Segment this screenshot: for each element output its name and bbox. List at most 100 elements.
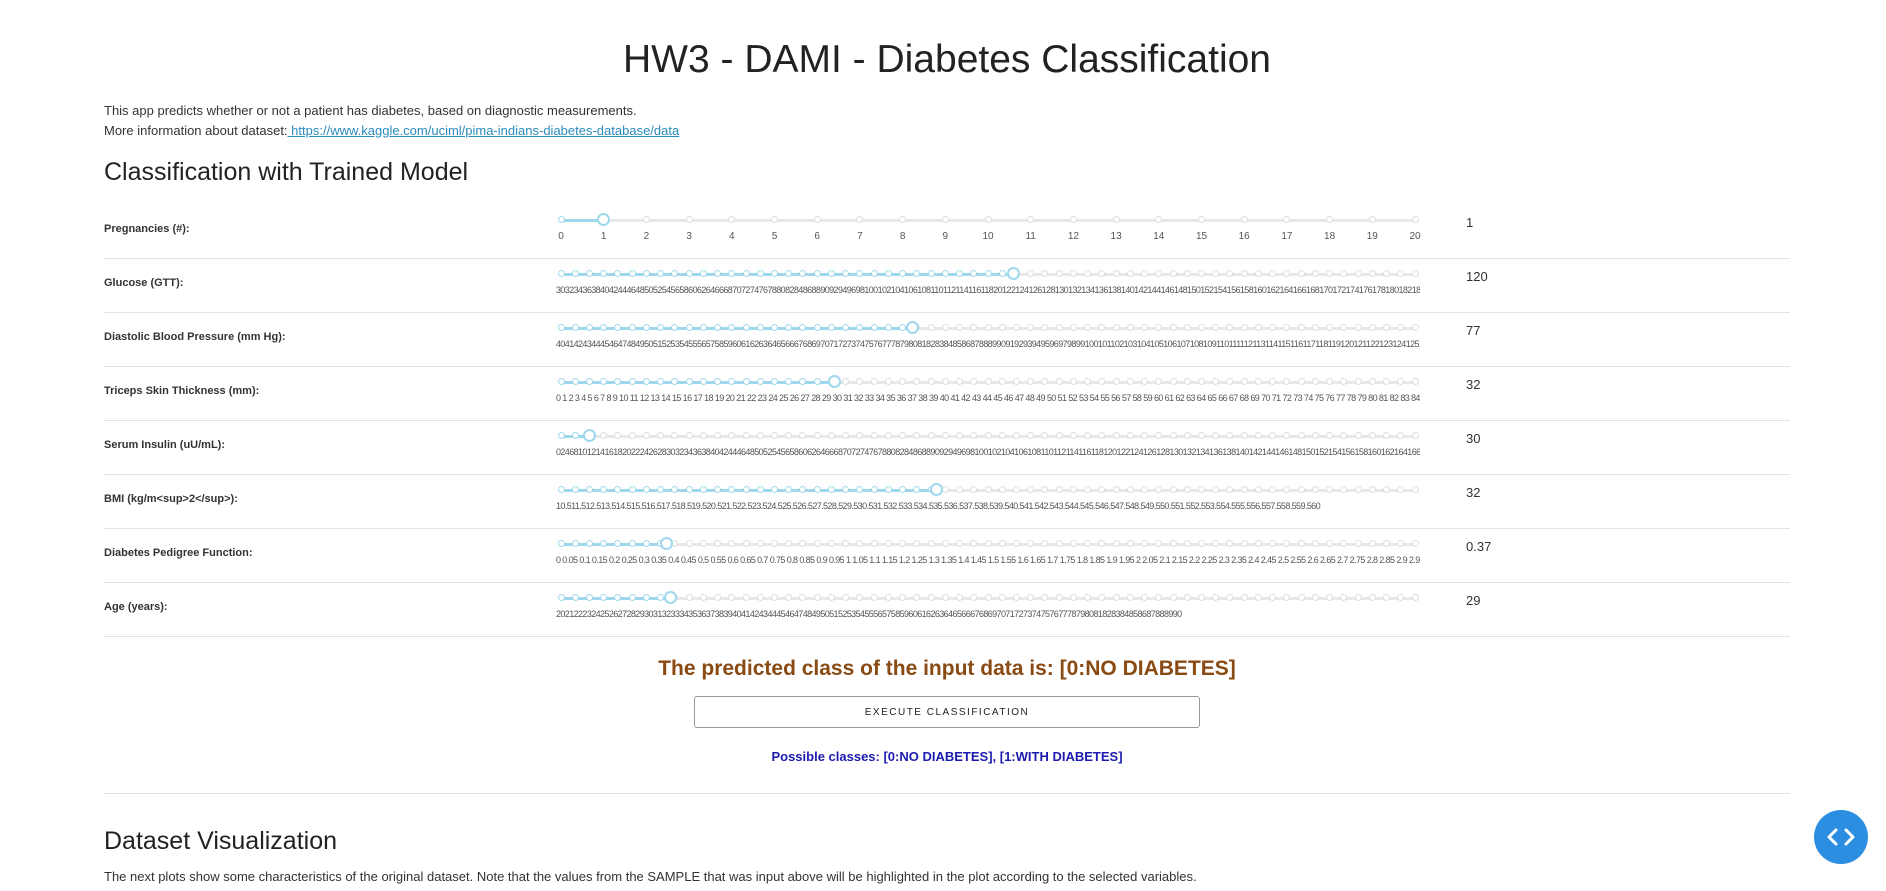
slider-step-dot [1183, 432, 1191, 439]
slider-step-dot [1126, 594, 1134, 601]
prediction-result: The predicted class of the input data is… [658, 657, 1236, 680]
slider-step-dot [771, 216, 778, 223]
slider-step-dot [827, 486, 835, 493]
range-slider[interactable]: 3032343638404244464850525456586062646668… [556, 265, 1420, 301]
slider-step-dot [813, 540, 821, 547]
page-title: HW3 - DAMI - Diabetes Classification [623, 38, 1271, 81]
slider-step-dot [941, 324, 949, 331]
slider-step-dot [1297, 432, 1305, 439]
slider-handle[interactable] [664, 591, 678, 604]
slider-tick-labels: 2021222324252627282930313233343536373839… [556, 609, 1182, 619]
slider-value: 30 [1466, 431, 1481, 446]
slider-step-dot [1311, 486, 1319, 493]
slider-step-dot [1055, 270, 1063, 277]
slider-step-dot [813, 270, 821, 277]
slider-step-dot [1240, 486, 1248, 493]
intro-line-2-prefix: More information about dataset: [104, 123, 288, 138]
range-slider[interactable]: 0 0.05 0.1 0.15 0.2 0.25 0.3 0.35 0.4 0.… [556, 535, 1420, 571]
slider-step-dot [571, 594, 579, 601]
slider-step-dot [1383, 432, 1391, 439]
slider-step-dot [571, 324, 579, 331]
slider-step-dot [941, 432, 949, 439]
slider-step-dot [1240, 270, 1248, 277]
slider-handle[interactable] [597, 213, 611, 226]
slider-tick-label: 2 [643, 231, 650, 242]
code-toggle-button[interactable] [1814, 810, 1868, 864]
slider-step-dot [1169, 378, 1177, 385]
slider-handle[interactable] [827, 375, 841, 388]
slider-step-dot [927, 270, 935, 277]
range-slider[interactable]: 0246810121416182022242628303234363840424… [556, 427, 1420, 463]
slider-row: Diastolic Blood Pressure (mm Hg): 4041424… [104, 313, 1790, 367]
slider-step-dot [1112, 270, 1120, 277]
slider-step-dot [628, 594, 636, 601]
slider-step-dot [714, 540, 722, 547]
slider-tick-label: 18 [1324, 231, 1336, 242]
slider-step-dot [1112, 594, 1120, 601]
slider-step-dot [1311, 270, 1319, 277]
slider-handle[interactable] [930, 483, 944, 496]
slider-step-dot [714, 432, 722, 439]
range-slider[interactable]: 10.511.512.513.514.515.516.517.518.519.5… [556, 481, 1420, 517]
slider-handle[interactable] [1006, 267, 1020, 280]
slider-step-dot [827, 270, 835, 277]
slider-step-dot [1126, 324, 1134, 331]
slider-step-dot [1169, 594, 1177, 601]
range-slider[interactable]: 0 1 2 3 4 5 6 7 8 9 10 11 12 13 14 15 16… [556, 373, 1420, 409]
slider-step-dot [557, 432, 565, 439]
range-slider[interactable]: 0 1 2 3 4 5 6 7 8 9 10 11 12 13 14 15 16 17 18 19 20 [556, 211, 1421, 247]
slider-step-dot [1169, 324, 1177, 331]
slider-tick-labels: 0246810121416182022242628303234363840424… [556, 447, 1420, 457]
slider-step-dot [1297, 270, 1305, 277]
slider-handle[interactable] [659, 537, 673, 550]
range-slider[interactable]: 2021222324252627282930313233343536373839… [556, 589, 1420, 625]
slider-tick-labels: 0 0.05 0.1 0.15 0.2 0.25 0.3 0.35 0.4 0.… [556, 555, 1420, 565]
slider-value: 120 [1466, 269, 1488, 284]
slider-step-dot [628, 540, 636, 547]
intro-line-1: This app predicts whether or not a patie… [104, 103, 637, 118]
slider-step-dot [1411, 270, 1419, 277]
slider-step-dot [585, 324, 593, 331]
slider-step-dot [1183, 540, 1191, 547]
slider-step-dot [1198, 594, 1205, 601]
slider-step-dot [714, 270, 722, 277]
slider-label: Diabetes Pedigree Function: [104, 547, 253, 559]
slider-step-dot [998, 324, 1006, 331]
slider-step-dot [642, 378, 650, 385]
slider-step-dot [1354, 594, 1362, 601]
slider-step-dot [1354, 324, 1362, 331]
slider-step-dot [628, 378, 636, 385]
slider-step-dot [557, 540, 565, 547]
slider-step-dot [557, 486, 565, 493]
slider-step-dot [927, 378, 935, 385]
slider-step-dot [1297, 540, 1305, 547]
slider-step-dot [884, 540, 892, 547]
slider-step-dot [714, 378, 722, 385]
execute-classification-button[interactable]: EXECUTE CLASSIFICATION [694, 696, 1200, 728]
slider-step-dot [642, 486, 650, 493]
slider-step-dot [1240, 540, 1248, 547]
slider-step-dot [998, 486, 1006, 493]
dataset-link[interactable]: https://www.kaggle.com/uciml/pima-indian… [288, 123, 679, 138]
slider-row: Glucose (GTT): 30323436384042444648505254… [104, 259, 1790, 313]
slider-step-dot [1012, 324, 1020, 331]
slider-handle[interactable] [582, 429, 596, 442]
slider-step-dot [685, 270, 693, 277]
slider-step-dot [927, 540, 935, 547]
slider-tick-label: 15 [1195, 231, 1208, 242]
slider-step-dot [1297, 486, 1305, 493]
slider-step-dot [585, 486, 593, 493]
slider-step-dot [1368, 594, 1376, 601]
slider-step-dot [1112, 324, 1120, 331]
slider-step-dot [1198, 324, 1205, 331]
slider-step-dot [1012, 594, 1020, 601]
section-divider [104, 793, 1790, 794]
slider-step-dot [756, 270, 764, 277]
slider-handle[interactable] [905, 321, 919, 334]
slider-step-dot [1311, 432, 1319, 439]
slider-label: Age (years): [104, 601, 168, 613]
range-slider[interactable]: 4041424344454647484950515253545556575859… [556, 319, 1420, 355]
slider-step-dot [628, 432, 636, 439]
slider-step-dot [742, 432, 750, 439]
slider-step-dot [813, 378, 821, 385]
